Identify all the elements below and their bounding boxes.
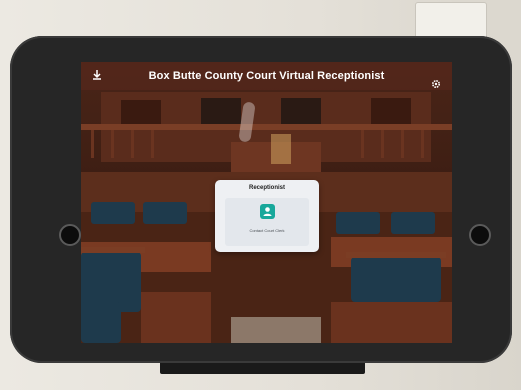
right-camera-icon (469, 224, 491, 246)
title-bar: Box Butte County Court Virtual Reception… (81, 62, 452, 90)
contact-clerk-button[interactable] (260, 204, 275, 219)
contact-clerk-label[interactable]: Contact Court Clerk (225, 228, 309, 233)
gear-icon[interactable] (431, 76, 445, 90)
receptionist-dialog: Receptionist Contact Court Clerk (215, 180, 319, 252)
dialog-title: Receptionist (248, 185, 285, 191)
person-icon (263, 207, 272, 216)
dialog-body: Contact Court Clerk (225, 198, 309, 246)
page-title: Box Butte County Court Virtual Reception… (148, 70, 385, 82)
left-camera-icon (59, 224, 81, 246)
tablet-screen: Box Butte County Court Virtual Reception… (81, 62, 452, 343)
